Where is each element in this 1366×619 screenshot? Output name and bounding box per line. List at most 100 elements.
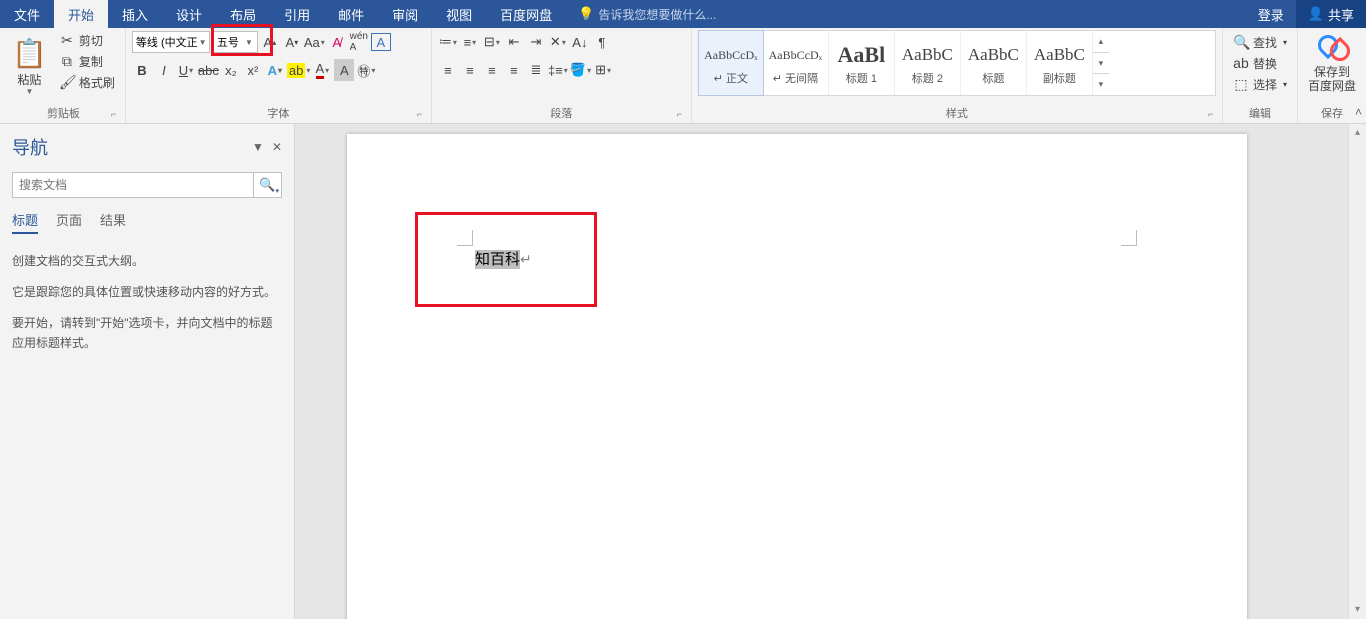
group-font-label: 字体 <box>132 105 425 123</box>
nav-close-icon[interactable]: ✕ <box>272 140 282 154</box>
select-button[interactable]: ⬚选择▾ <box>1229 74 1291 94</box>
align-center-button[interactable]: ≡ <box>460 59 480 81</box>
strikethrough-button[interactable]: abc <box>198 59 219 81</box>
replace-button[interactable]: ab替换 <box>1229 53 1291 73</box>
enclose-characters-button[interactable]: ㊕▾ <box>356 59 376 81</box>
gallery-scroll-up[interactable]: ▴ <box>1093 31 1109 53</box>
gallery-expand[interactable]: ▾ <box>1093 74 1109 95</box>
nav-tab-results[interactable]: 结果 <box>100 210 126 234</box>
bold-button[interactable]: B <box>132 59 152 81</box>
font-launcher[interactable]: ⌐ <box>417 109 429 121</box>
align-right-button[interactable]: ≡ <box>482 59 502 81</box>
show-marks-button[interactable]: ¶ <box>592 31 612 53</box>
search-icon: 🔍 <box>1233 34 1249 51</box>
group-clipboard-label: 剪贴板 <box>8 105 119 123</box>
change-case-button[interactable]: Aa▾ <box>304 31 325 53</box>
font-name-combo[interactable]: 等线 (中文正▼ <box>132 31 210 53</box>
phonetic-guide-button[interactable]: wénA <box>349 31 369 53</box>
align-justify-button[interactable]: ≡ <box>504 59 524 81</box>
login-button[interactable]: 登录 <box>1246 0 1296 28</box>
tab-baidu[interactable]: 百度网盘 <box>486 0 566 28</box>
copy-label: 复制 <box>79 53 103 70</box>
align-left-button[interactable]: ≡ <box>438 59 458 81</box>
clear-formatting-button[interactable]: A̸ <box>327 31 347 53</box>
line-spacing-button[interactable]: ‡≡▾ <box>548 59 568 81</box>
nav-search-button[interactable]: 🔍 ▾ <box>253 173 281 197</box>
borders-button[interactable]: ⊞▾ <box>593 59 613 81</box>
copy-icon: ⧉ <box>59 53 75 70</box>
sort-button[interactable]: A↓ <box>570 31 590 53</box>
style-subtitle[interactable]: AaBbC副标题 <box>1027 31 1093 95</box>
find-button[interactable]: 🔍查找▾ <box>1229 32 1291 52</box>
nav-tab-pages[interactable]: 页面 <box>56 210 82 234</box>
font-size-combo[interactable]: 五号 ▼ <box>212 31 258 53</box>
nav-search-box[interactable]: 🔍 ▾ <box>12 172 282 198</box>
style-title[interactable]: AaBbC标题 <box>961 31 1027 95</box>
tab-insert[interactable]: 插入 <box>108 0 162 28</box>
increase-indent-button[interactable]: ⇥ <box>526 31 546 53</box>
tab-home[interactable]: 开始 <box>54 0 108 28</box>
bullets-button[interactable]: ≔▾ <box>438 31 458 53</box>
styles-launcher[interactable]: ⌐ <box>1208 109 1220 121</box>
nav-tab-headings[interactable]: 标题 <box>12 210 38 234</box>
gallery-scroll-down[interactable]: ▾ <box>1093 53 1109 75</box>
tab-design[interactable]: 设计 <box>162 0 216 28</box>
tab-review[interactable]: 审阅 <box>378 0 432 28</box>
annotation-document-text <box>415 212 597 307</box>
subscript-button[interactable]: x₂ <box>221 59 241 81</box>
asian-layout-button[interactable]: ✕▾ <box>548 31 568 53</box>
text-effects-button[interactable]: A▾ <box>265 59 285 81</box>
cut-button[interactable]: ✂剪切 <box>55 30 119 50</box>
style-heading2[interactable]: AaBbC标题 2 <box>895 31 961 95</box>
superscript-button[interactable]: x² <box>243 59 263 81</box>
numbering-button[interactable]: ≡▾ <box>460 31 480 53</box>
style-normal[interactable]: AaBbCcDₓ↵ 正文 <box>698 30 764 96</box>
cut-icon: ✂ <box>59 32 75 49</box>
format-painter-button[interactable]: 🖌格式刷 <box>55 72 119 92</box>
align-distributed-button[interactable]: ≣ <box>526 59 546 81</box>
tell-me-placeholder: 告诉我您想要做什么... <box>598 6 716 23</box>
nav-search-input[interactable] <box>13 173 253 197</box>
underline-button[interactable]: U▾ <box>176 59 196 81</box>
tab-file[interactable]: 文件 <box>0 0 54 28</box>
grow-font-button[interactable]: A▴ <box>260 31 280 53</box>
shrink-font-button[interactable]: A▾ <box>282 31 302 53</box>
group-editing: 🔍查找▾ ab替换 ⬚选择▾ 编辑 <box>1223 28 1298 123</box>
character-shading-button[interactable]: A <box>334 59 354 81</box>
copy-button[interactable]: ⧉复制 <box>55 51 119 71</box>
style-no-spacing[interactable]: AaBbCcDₓ↵ 无间隔 <box>763 31 829 95</box>
share-icon: 👤 <box>1308 6 1324 22</box>
paragraph-launcher[interactable]: ⌐ <box>677 109 689 121</box>
search-icon: 🔍 <box>259 177 275 193</box>
group-styles: AaBbCcDₓ↵ 正文 AaBbCcDₓ↵ 无间隔 AaBl标题 1 AaBb… <box>692 28 1223 123</box>
clipboard-launcher[interactable]: ⌐ <box>111 109 123 121</box>
nav-dropdown-icon[interactable]: ▼ <box>252 140 264 154</box>
dropdown-arrow-icon: ▾ <box>275 187 279 195</box>
tab-mail[interactable]: 邮件 <box>324 0 378 28</box>
group-editing-label: 编辑 <box>1229 105 1291 123</box>
tell-me-search[interactable]: 💡 告诉我您想要做什么... <box>578 0 716 28</box>
decrease-indent-button[interactable]: ⇤ <box>504 31 524 53</box>
share-button[interactable]: 👤 共享 <box>1296 0 1366 28</box>
baidu-drive-icon <box>1316 33 1348 65</box>
shading-button[interactable]: 🪣▾ <box>570 59 591 81</box>
tab-references[interactable]: 引用 <box>270 0 324 28</box>
paste-button[interactable]: 📋 粘贴 ▼ <box>8 30 51 96</box>
vertical-scrollbar[interactable]: ▴ ▾ <box>1348 124 1366 619</box>
scroll-down-icon[interactable]: ▾ <box>1349 601 1366 619</box>
lightbulb-icon: 💡 <box>578 6 594 22</box>
multilevel-list-button[interactable]: ⊟▾ <box>482 31 502 53</box>
scroll-up-icon[interactable]: ▴ <box>1349 124 1366 142</box>
italic-button[interactable]: I <box>154 59 174 81</box>
style-heading1[interactable]: AaBl标题 1 <box>829 31 895 95</box>
tab-view[interactable]: 视图 <box>432 0 486 28</box>
font-color-button[interactable]: A▾ <box>312 59 332 81</box>
dropdown-arrow-icon: ▼ <box>25 87 33 96</box>
highlight-button[interactable]: ab▾ <box>287 59 310 81</box>
document-area: 知百科↵ ▴ ▾ <box>295 124 1366 619</box>
save-to-baidu-button[interactable]: 保存到百度网盘 <box>1304 30 1360 93</box>
character-border-button[interactable]: A <box>371 33 391 51</box>
tab-layout[interactable]: 布局 <box>216 0 270 28</box>
document-page[interactable]: 知百科↵ <box>347 134 1247 619</box>
collapse-ribbon-button[interactable]: ˄ <box>1355 105 1362 119</box>
